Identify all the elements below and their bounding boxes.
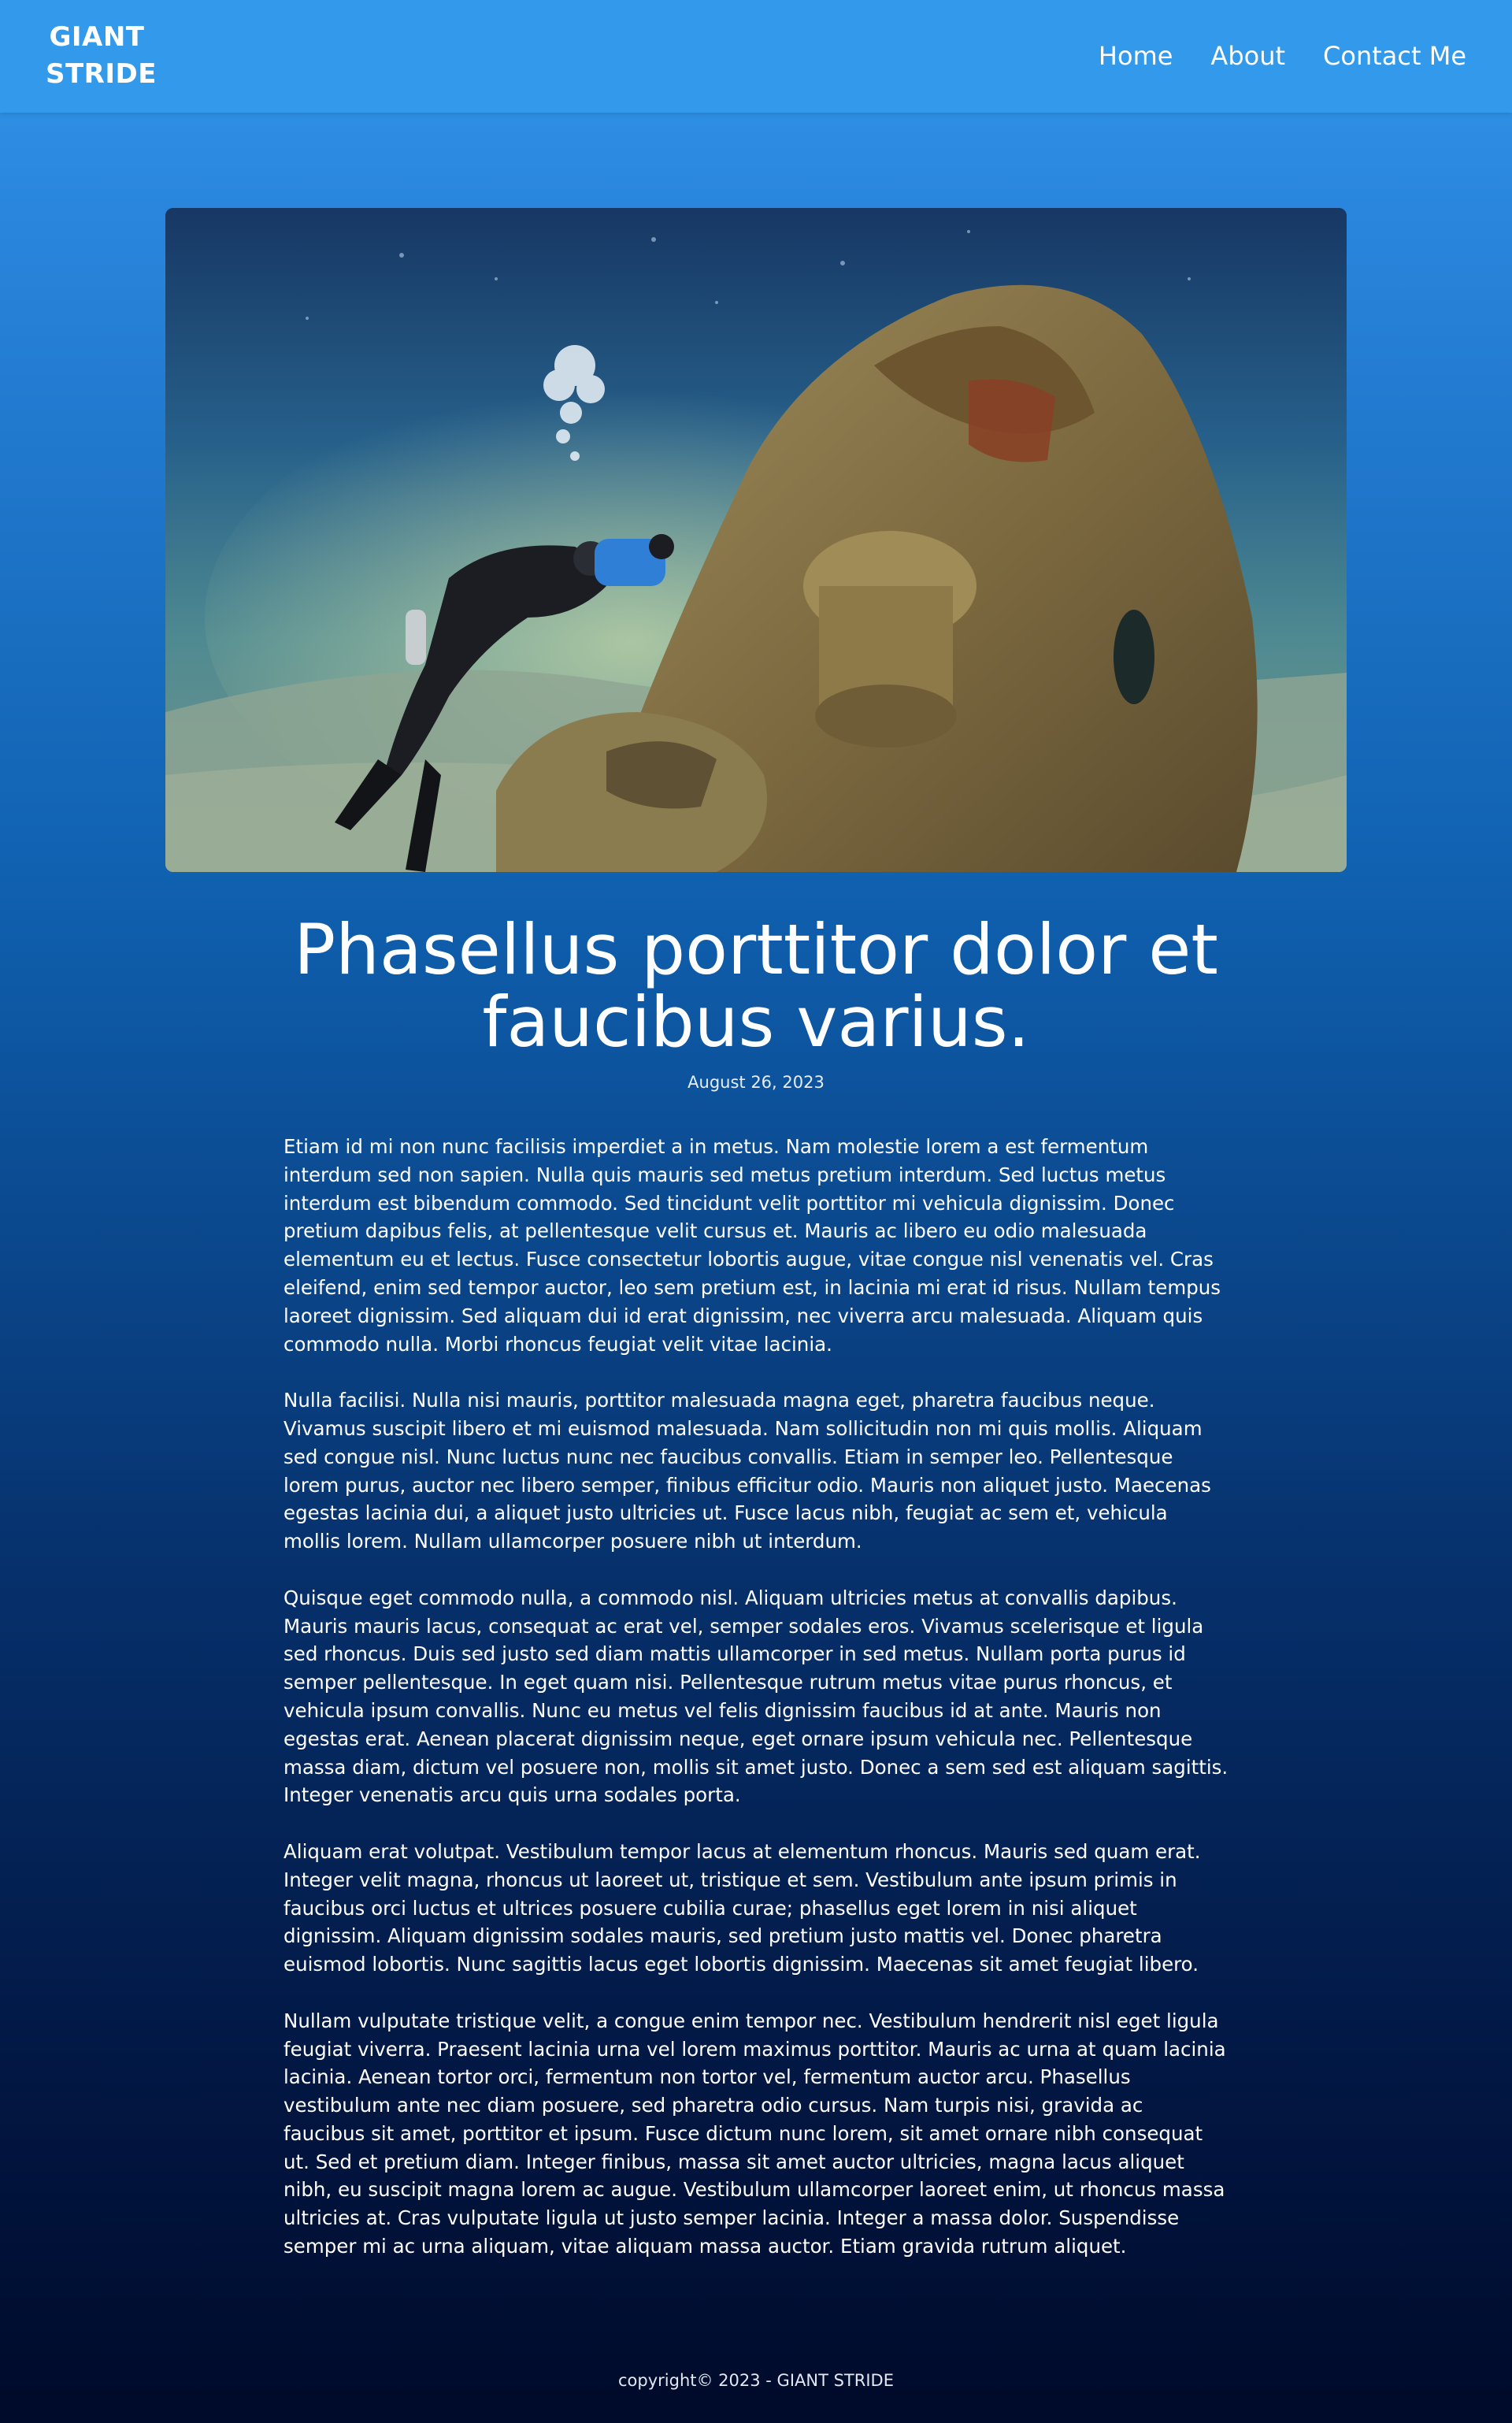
- nav-about-link[interactable]: About: [1210, 39, 1285, 72]
- post-paragraph: Nulla facilisi. Nulla nisi mauris, portt…: [284, 1389, 1211, 1553]
- shipwreck-diver-illustration: [165, 208, 1347, 872]
- site-header: GIANT STRIDE Home About Contact Me: [0, 0, 1512, 113]
- post-body: Etiam id mi non nunc facilisis imperdiet…: [284, 1133, 1228, 2289]
- post-paragraph: Quisque eget commodo nulla, a commodo ni…: [284, 1586, 1228, 1807]
- post-date: August 26, 2023: [687, 1073, 825, 1092]
- main-nav: Home About Contact Me: [1099, 39, 1466, 72]
- post-paragraph: Nullam vulputate tristique velit, a cong…: [284, 2009, 1226, 2258]
- nav-contact-link[interactable]: Contact Me: [1323, 39, 1466, 72]
- post-paragraph: Etiam id mi non nunc facilisis imperdiet…: [284, 1135, 1221, 1356]
- nav-home-link[interactable]: Home: [1099, 39, 1173, 72]
- site-logo[interactable]: GIANT STRIDE: [46, 19, 156, 93]
- post-title: Phasellus porttitor dolor et faucibus va…: [294, 909, 1218, 1063]
- post-paragraph: Aliquam erat volutpat. Vestibulum tempor…: [284, 1839, 1201, 1976]
- site-footer: copyright© 2023 - GIANT STRIDE: [618, 2371, 894, 2390]
- hero-image: [165, 208, 1347, 872]
